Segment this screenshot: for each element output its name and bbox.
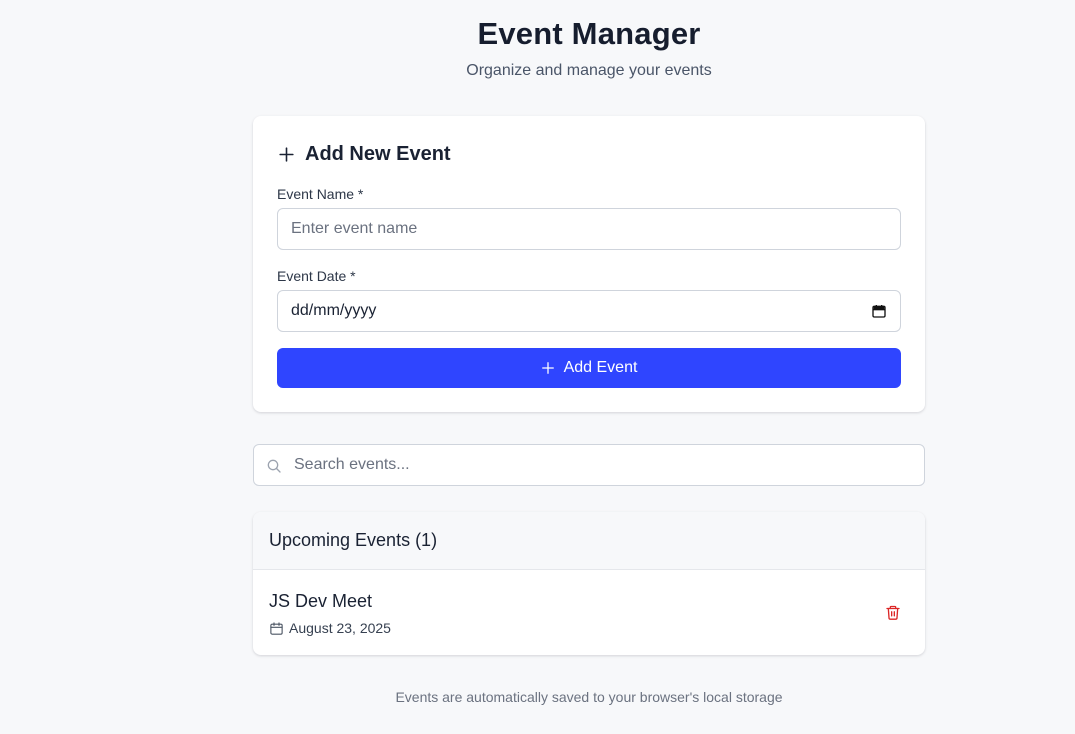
- add-event-form: Add New Event Event Name * Event Date * …: [253, 116, 925, 412]
- delete-event-button[interactable]: [885, 604, 901, 621]
- search-input[interactable]: [254, 445, 924, 485]
- calendar-icon: [270, 621, 283, 635]
- event-manager-page: Event Manager Organize and manage your e…: [0, 0, 1075, 734]
- event-date-label: Event Date *: [277, 268, 356, 284]
- add-event-button-label: Add Event: [563, 359, 638, 376]
- form-heading: Add New Event: [277, 143, 451, 166]
- trash-icon: [886, 605, 900, 620]
- search-box: [253, 444, 925, 486]
- event-date-placeholder: dd/mm/yyyy: [291, 302, 377, 319]
- footer-note: Events are automatically saved to your b…: [395, 689, 783, 705]
- plus-icon: [541, 362, 554, 374]
- plus-icon: [279, 147, 294, 162]
- events-list-header: Upcoming Events (1): [253, 512, 925, 570]
- list-item: JS Dev Meet August 23, 2025: [253, 570, 925, 655]
- add-event-button[interactable]: Add Event: [277, 348, 901, 388]
- event-name: JS Dev Meet: [269, 591, 373, 611]
- event-date-input[interactable]: dd/mm/yyyy: [277, 290, 901, 332]
- event-name-input[interactable]: [277, 208, 901, 250]
- event-date: August 23, 2025: [289, 620, 391, 636]
- event-date-row: August 23, 2025: [269, 620, 391, 636]
- event-name-label: Event Name *: [277, 186, 364, 202]
- form-heading-text: Add New Event: [305, 143, 451, 165]
- page-title: Event Manager: [477, 16, 701, 51]
- events-list: Upcoming Events (1) JS Dev Meet August 2…: [253, 512, 925, 655]
- page-subtitle: Organize and manage your events: [466, 62, 712, 79]
- calendar-icon[interactable]: [871, 303, 887, 319]
